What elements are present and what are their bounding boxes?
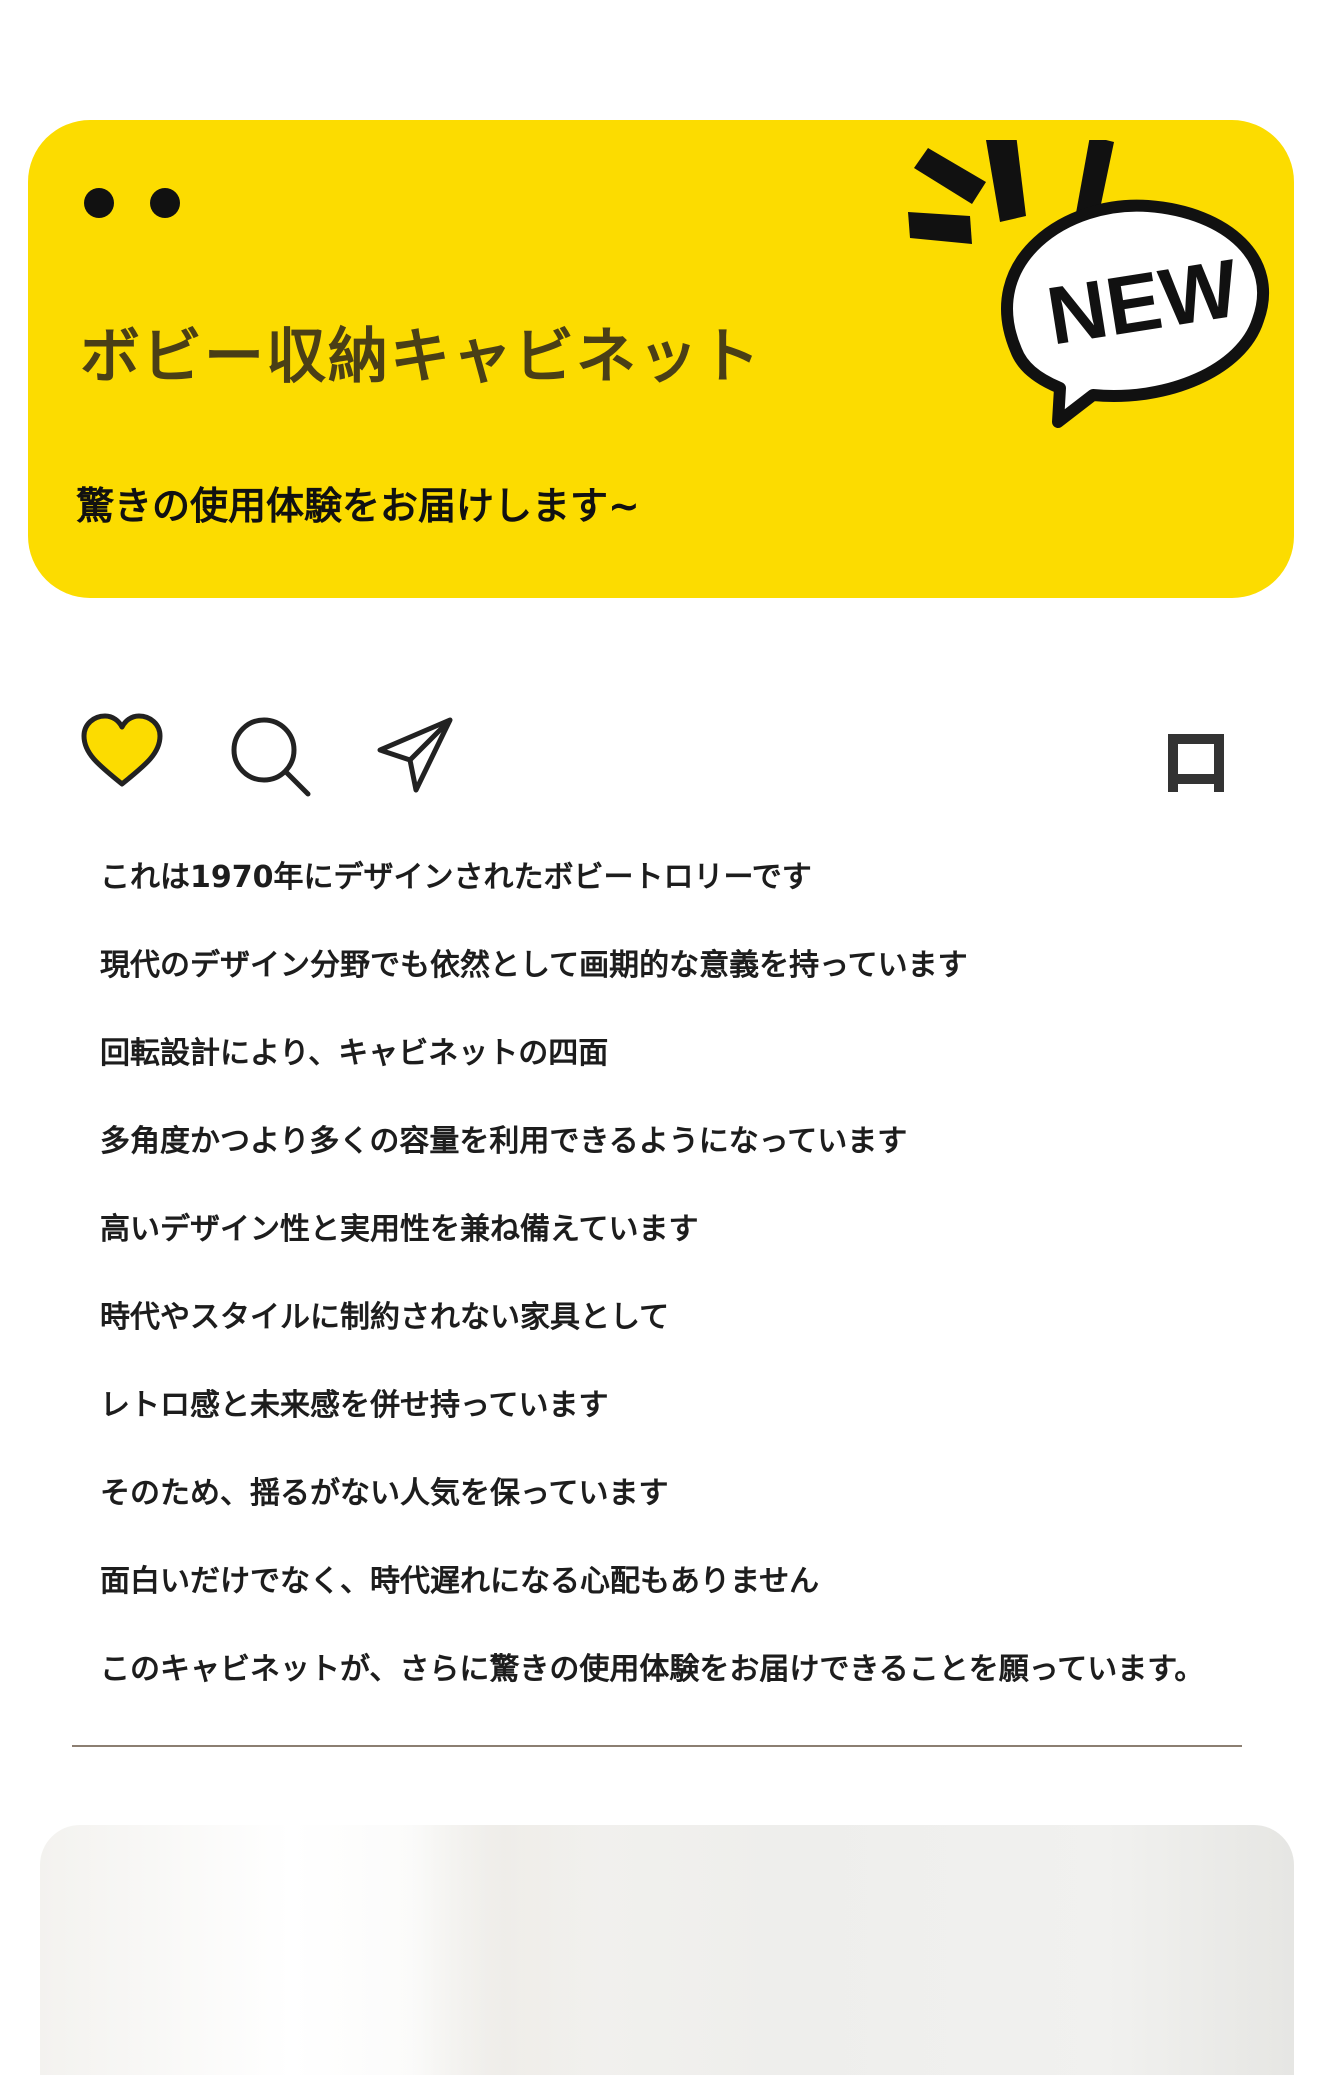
dot [84, 188, 114, 218]
action-bar [80, 712, 1250, 812]
description-line: レトロ感と未来感を併せ持っています [100, 1388, 609, 1423]
heart-icon[interactable] [80, 712, 164, 792]
title-banner: ボビー収納キャビネット 驚きの使用体験をお届けします~ NEW [28, 120, 1294, 598]
dot [150, 188, 180, 218]
curtain-shade [410, 1825, 600, 2075]
divider [72, 1745, 1242, 1747]
description-line: 現代のデザイン分野でも依然として画期的な意義を持っています [100, 948, 968, 983]
description-list: これは1970年にデザインされたボビートロリーです 現代のデザイン分野でも依然と… [100, 850, 1270, 1730]
description-line: 回転設計により、キャビネットの四面 [100, 1036, 609, 1071]
description-line: 多角度かつより多くの容量を利用できるようになっています [100, 1124, 908, 1159]
description-line: このキャビネットが、さらに驚きの使用体験をお届けできることを願っています。 [100, 1652, 1205, 1687]
description-line: 高いデザイン性と実用性を兼ね備えています [100, 1212, 699, 1247]
page-subtitle: 驚きの使用体験をお届けします~ [76, 484, 640, 528]
banner-dots [84, 188, 180, 218]
description-line: これは1970年にデザインされたボビートロリーです [100, 860, 812, 895]
bookmark-icon[interactable] [1164, 730, 1228, 796]
new-badge: NEW [908, 140, 1269, 428]
description-line: 面白いだけでなく、時代遅れになる心配もありません [100, 1564, 820, 1599]
description-line: そのため、揺るがない人気を保っています [100, 1476, 669, 1511]
product-photo [40, 1825, 1294, 2075]
page-title: ボビー収納キャビネット [80, 322, 762, 392]
search-icon[interactable] [228, 714, 312, 798]
send-icon[interactable] [376, 714, 456, 794]
description-line: 時代やスタイルに制約されない家具として [100, 1300, 670, 1335]
